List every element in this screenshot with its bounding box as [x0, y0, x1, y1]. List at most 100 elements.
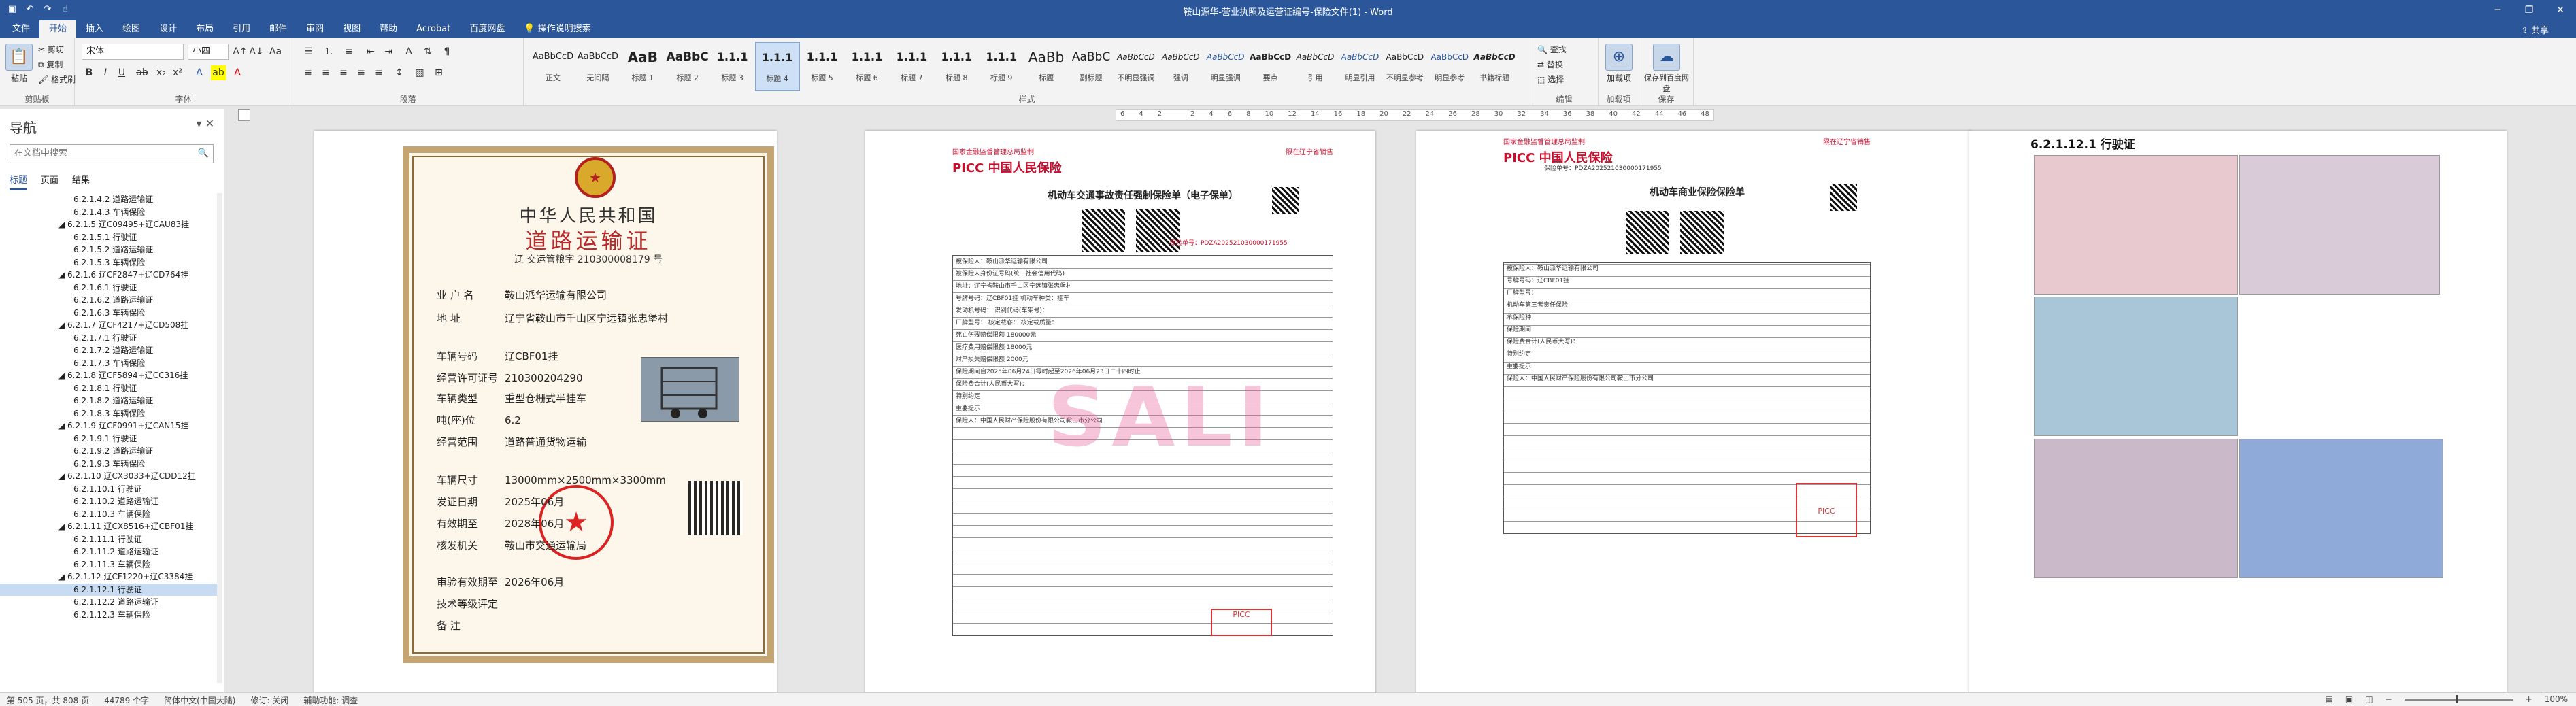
paste-button[interactable]: 📋 粘贴 — [4, 44, 34, 84]
print-layout-icon[interactable]: ▣ — [2345, 694, 2353, 704]
accessibility[interactable]: 辅助功能: 调查 — [303, 694, 358, 706]
nav-scrollbar[interactable] — [217, 193, 222, 683]
grow-font-icon[interactable]: A↑ — [233, 44, 248, 59]
format-painter-button[interactable]: 🖌 格式刷 — [38, 73, 76, 85]
change-case-icon[interactable]: Aa — [268, 44, 283, 59]
distribute-icon[interactable]: ≡ — [371, 65, 386, 80]
nav-heading-item[interactable]: 6.2.1.7.1 行驶证 — [0, 332, 218, 345]
nav-heading-item[interactable]: ◢ 6.2.1.12 辽CF1220+辽C3384挂 — [0, 571, 218, 584]
align-right-icon[interactable]: ≡ — [336, 65, 351, 80]
select-button[interactable]: ⬚ 选择 — [1537, 73, 1564, 85]
nav-heading-item[interactable]: 6.2.1.8.1 行驶证 — [0, 382, 218, 395]
font-size-select[interactable]: 小四 — [188, 44, 229, 60]
restore-button[interactable]: ❐ — [2513, 0, 2545, 20]
tab-pages[interactable]: 页面 — [41, 173, 58, 190]
align-center-icon[interactable]: ≡ — [318, 65, 333, 80]
tab-baidu[interactable]: 百度网盘 — [460, 20, 514, 38]
tab-help[interactable]: 帮助 — [370, 20, 407, 38]
tab-view[interactable]: 视图 — [333, 20, 370, 38]
nav-heading-item[interactable]: 6.2.1.5.1 行驶证 — [0, 231, 218, 244]
multilevel-list-icon[interactable]: ≡ — [341, 44, 356, 59]
word-count[interactable]: 44789 个字 — [104, 694, 149, 706]
nav-heading-item[interactable]: 6.2.1.5.2 道路运输证 — [0, 243, 218, 256]
horizontal-ruler[interactable]: 6 4 2 2 4 6 8 10 12 14 16 18 20 22 24 26 28 30 32 34 36 38 40 4… — [1116, 109, 1714, 121]
share-button[interactable]: ⇪ 共享 — [2521, 23, 2549, 36]
nav-heading-item[interactable]: 6.2.1.7.2 道路运输证 — [0, 344, 218, 357]
zoom-slider[interactable] — [2404, 694, 2513, 703]
nav-heading-item[interactable]: 6.2.1.10.2 道路运输证 — [0, 495, 218, 508]
nav-heading-item[interactable]: ◢ 6.2.1.7 辽CF4217+辽CD508挂 — [0, 319, 218, 332]
font-name-select[interactable]: 宋体 — [82, 44, 184, 60]
nav-heading-item[interactable]: 6.2.1.12.1 行驶证 — [0, 583, 218, 596]
tab-headings[interactable]: 标题 — [10, 173, 28, 190]
italic-icon[interactable]: I — [98, 65, 113, 80]
numbering-icon[interactable]: ⒈ — [321, 44, 336, 59]
superscript-icon[interactable]: x² — [170, 65, 185, 80]
nav-heading-item[interactable]: 6.2.1.8.3 车辆保险 — [0, 407, 218, 420]
tab-file[interactable]: 文件 — [3, 20, 39, 38]
close-button[interactable]: ✕ — [2545, 0, 2576, 20]
shading-icon[interactable]: ▧ — [412, 65, 427, 80]
language[interactable]: 简体中文(中国大陆) — [164, 694, 235, 706]
replace-button[interactable]: ⇄ 替换 — [1537, 58, 1563, 70]
tab-mailings[interactable]: 邮件 — [260, 20, 297, 38]
nav-heading-item[interactable]: 6.2.1.12.2 道路运输证 — [0, 596, 218, 609]
align-left-icon[interactable]: ≡ — [301, 65, 316, 80]
nav-heading-item[interactable]: ◢ 6.2.1.11 辽CX8516+辽CBF01挂 — [0, 520, 218, 533]
tab-home[interactable]: 开始 — [39, 20, 77, 38]
nav-heading-item[interactable]: 6.2.1.6.1 行驶证 — [0, 282, 218, 295]
tab-insert[interactable]: 插入 — [76, 20, 113, 38]
highlight-icon[interactable]: ab — [211, 65, 226, 80]
justify-icon[interactable]: ≡ — [354, 65, 369, 80]
nav-heading-item[interactable]: ◢ 6.2.1.5 辽C09495+辽CAU83挂 — [0, 218, 218, 231]
bold-icon[interactable]: B — [82, 65, 97, 80]
nav-heading-item[interactable]: 6.2.1.6.3 车辆保险 — [0, 307, 218, 320]
tab-acrobat[interactable]: Acrobat — [407, 20, 460, 38]
cut-button[interactable]: ✂ 剪切 — [38, 44, 64, 55]
nav-heading-item[interactable]: 6.2.1.7.3 车辆保险 — [0, 357, 218, 370]
nav-heading-item[interactable]: ◢ 6.2.1.9 辽CF0991+辽CAN15挂 — [0, 420, 218, 433]
subscript-icon[interactable]: x₂ — [154, 65, 169, 80]
close-icon[interactable]: ▾ ✕ — [196, 117, 214, 130]
search-icon[interactable]: 🔍 — [198, 145, 209, 163]
underline-icon[interactable]: U — [114, 65, 129, 80]
nav-heading-item[interactable]: 6.2.1.4.2 道路运输证 — [0, 193, 218, 206]
nav-heading-item[interactable]: 6.2.1.11.1 行驶证 — [0, 533, 218, 546]
find-button[interactable]: 🔍 查找 — [1537, 44, 1567, 55]
zoom-level[interactable]: 100% — [2545, 694, 2568, 704]
read-mode-icon[interactable]: ▤ — [2326, 694, 2333, 704]
nav-heading-item[interactable]: 6.2.1.10.1 行驶证 — [0, 483, 218, 496]
tab-draw[interactable]: 绘图 — [113, 20, 150, 38]
strikethrough-icon[interactable]: ab — [135, 65, 150, 80]
nav-heading-item[interactable]: 6.2.1.9.1 行驶证 — [0, 433, 218, 446]
tell-me-search[interactable]: 💡 操作说明搜索 — [514, 20, 600, 38]
shrink-font-icon[interactable]: A↓ — [249, 44, 264, 59]
page-count[interactable]: 第 505 页，共 808 页 — [7, 694, 89, 706]
minimize-button[interactable]: ─ — [2482, 0, 2513, 20]
zoom-out-icon[interactable]: − — [2386, 694, 2392, 704]
addins-button[interactable]: ⊕ 加载项 — [1604, 44, 1634, 84]
zoom-in-icon[interactable]: + — [2526, 694, 2532, 704]
nav-heading-item[interactable]: 6.2.1.6.2 道路运输证 — [0, 294, 218, 307]
web-layout-icon[interactable]: ◫ — [2365, 694, 2373, 704]
increase-indent-icon[interactable]: ⇥ — [381, 44, 396, 59]
nav-heading-item[interactable]: 6.2.1.5.3 车辆保险 — [0, 256, 218, 269]
decrease-indent-icon[interactable]: ⇤ — [363, 44, 378, 59]
font-color-icon[interactable]: A — [230, 65, 245, 80]
nav-heading-item[interactable]: ◢ 6.2.1.8 辽CF5894+辽CC316挂 — [0, 369, 218, 382]
nav-heading-item[interactable]: 6.2.1.12.3 车辆保险 — [0, 609, 218, 622]
tab-selector[interactable] — [238, 109, 250, 121]
tab-design[interactable]: 设计 — [150, 20, 186, 38]
tab-layout[interactable]: 布局 — [186, 20, 223, 38]
save-to-baidu-button[interactable]: ☁ 保存到百度网盘 — [1642, 44, 1691, 94]
borders-icon[interactable]: ⊞ — [431, 65, 446, 80]
nav-heading-item[interactable]: 6.2.1.11.3 车辆保险 — [0, 558, 218, 571]
nav-heading-item[interactable]: ◢ 6.2.1.6 辽CF2847+辽CD764挂 — [0, 269, 218, 282]
nav-heading-item[interactable]: ◢ 6.2.1.10 辽CX3033+辽CDD12挂 — [0, 470, 218, 483]
nav-heading-item[interactable]: 6.2.1.4.3 车辆保险 — [0, 206, 218, 219]
tab-references[interactable]: 引用 — [223, 20, 260, 38]
show-marks-icon[interactable]: ¶ — [439, 44, 454, 59]
bullets-icon[interactable]: ☰ — [301, 44, 316, 59]
tab-results[interactable]: 结果 — [72, 173, 90, 190]
copy-button[interactable]: ⧉ 复制 — [38, 58, 63, 70]
